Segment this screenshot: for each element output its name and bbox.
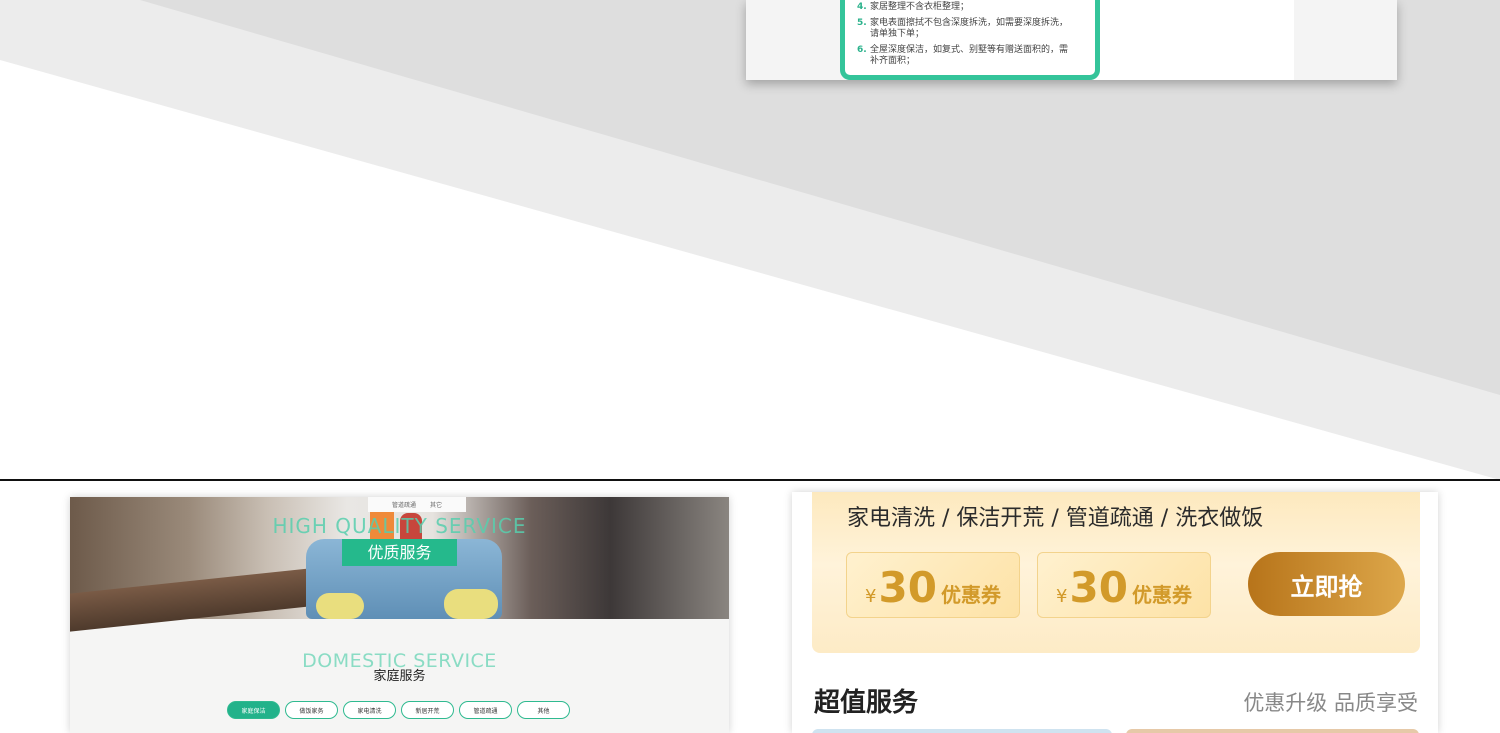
section-title: 家庭服务 xyxy=(373,669,426,684)
service-categories: 家电清洗 / 保洁开荒 / 管道疏通 / 洗衣做饭 xyxy=(847,506,1264,531)
value-service-subtitle: 优惠升级 品质享受 xyxy=(1243,691,1418,715)
service-thumbnail[interactable] xyxy=(1126,729,1419,733)
promo-banner: 家电清洗 / 保洁开荒 / 管道疏通 / 洗衣做饭 ¥ 30 优惠券 ¥ 30 … xyxy=(812,492,1420,653)
coupon-card[interactable]: ¥ 30 优惠券 xyxy=(1037,552,1211,618)
coupon-amount: 30 xyxy=(1069,563,1128,612)
mobile-promo-preview: 家电清洗 / 保洁开荒 / 管道疏通 / 洗衣做饭 ¥ 30 优惠券 ¥ 30 … xyxy=(792,492,1438,733)
value-service-title: 超值服务 xyxy=(814,688,919,718)
glove-shape xyxy=(316,593,364,619)
tab-other[interactable]: 其他 xyxy=(517,701,570,719)
dropdown-menu-fragment: 管道疏通 其它 xyxy=(368,497,466,512)
rule-item: 4. 家居整理不含衣柜整理； xyxy=(857,2,1070,13)
rule-text: 全屋深度保洁，如复式、别墅等有赠送面积的，需补齐面积； xyxy=(870,45,1069,66)
tab-appliance-cleaning[interactable]: 家电清洗 xyxy=(343,701,396,719)
kitchen-counter-shape xyxy=(70,568,310,632)
rule-item: 6. 全屋深度保洁，如复式、别墅等有赠送面积的，需补齐面积； xyxy=(857,45,1070,67)
tab-pipe-dredging[interactable]: 管道疏通 xyxy=(459,701,512,719)
rule-number: 6. xyxy=(857,45,867,55)
menu-item[interactable]: 其它 xyxy=(430,500,442,509)
service-thumbnail[interactable] xyxy=(812,729,1112,733)
section-divider xyxy=(0,479,1500,481)
tab-cooking[interactable]: 做饭家务 xyxy=(285,701,338,719)
service-tabs: 家庭保洁 做饭家务 家电清洗 新居开荒 管道疏通 其他 xyxy=(227,701,570,719)
tab-new-home-cleaning[interactable]: 新居开荒 xyxy=(401,701,454,719)
coupon-label: 优惠券 xyxy=(940,583,1001,607)
menu-item[interactable]: 管道疏通 xyxy=(392,500,416,509)
hero-banner: 管道疏通 其它 HIGH QUALITY SERVICE 优质服务 xyxy=(70,497,729,632)
rule-text: 家电表面擦拭不包含深度拆洗，如需要深度拆洗，请单独下单； xyxy=(870,18,1069,39)
coupon-label: 优惠券 xyxy=(1131,583,1192,607)
coupon-amount: 30 xyxy=(878,563,937,612)
rule-number: 5. xyxy=(857,18,867,28)
coupon-currency: ¥ xyxy=(865,586,877,607)
rule-text: 家居整理不含衣柜整理； xyxy=(870,2,970,12)
tab-home-cleaning[interactable]: 家庭保洁 xyxy=(227,701,280,719)
domestic-service-preview: 管道疏通 其它 HIGH QUALITY SERVICE 优质服务 DOMEST… xyxy=(70,497,729,733)
hero-badge: 优质服务 xyxy=(342,539,457,566)
grab-coupon-button[interactable]: 立即抢 xyxy=(1248,552,1405,616)
rules-preview-card: 4. 家居整理不含衣柜整理； 5. 家电表面擦拭不包含深度拆洗，如需要深度拆洗，… xyxy=(746,0,1397,80)
coupon-card[interactable]: ¥ 30 优惠券 xyxy=(846,552,1020,618)
rule-item: 5. 家电表面擦拭不包含深度拆洗，如需要深度拆洗，请单独下单； xyxy=(857,18,1070,40)
coupon-currency: ¥ xyxy=(1056,586,1068,607)
rule-number: 4. xyxy=(857,2,867,12)
glove-shape xyxy=(444,589,498,619)
rules-frame: 4. 家居整理不含衣柜整理； 5. 家电表面擦拭不包含深度拆洗，如需要深度拆洗，… xyxy=(840,0,1100,80)
hero-english-title: HIGH QUALITY SERVICE xyxy=(272,514,527,538)
